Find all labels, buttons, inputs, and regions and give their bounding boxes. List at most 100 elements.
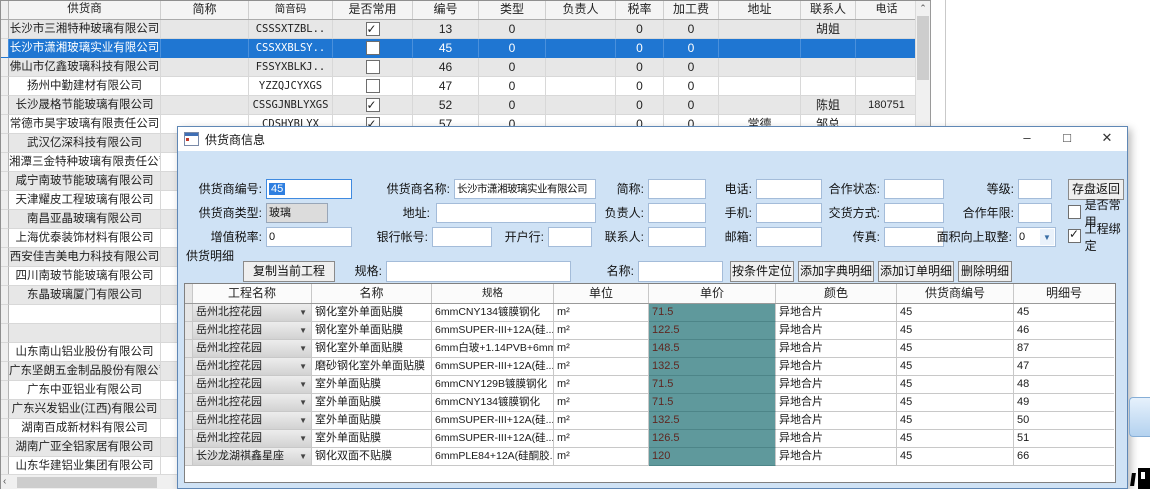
vertical-scroll-thumb[interactable] xyxy=(917,16,929,80)
dialog-titlebar[interactable]: 供货商信息 – □ ✕ xyxy=(178,127,1127,151)
supplier-id-input[interactable]: 45 xyxy=(266,179,352,199)
checkbox-icon[interactable] xyxy=(1068,229,1081,243)
cell-supplier_id: 45 xyxy=(897,448,1014,466)
column-header[interactable]: 电话 xyxy=(856,1,918,19)
column-header[interactable]: 颜色 xyxy=(776,284,897,303)
chevron-down-icon[interactable]: ▼ xyxy=(1040,229,1054,245)
detail-row[interactable]: 岳州北控花园▼室外单面贴膜6mmSUPER-III+12A(硅...m²126.… xyxy=(185,430,1115,448)
chevron-down-icon[interactable]: ▼ xyxy=(299,322,308,339)
column-header[interactable]: 编号 xyxy=(413,1,479,19)
delivery-input[interactable] xyxy=(884,203,944,223)
common-checkbox[interactable] xyxy=(366,60,380,74)
minimize-icon[interactable]: – xyxy=(1007,127,1047,151)
column-header[interactable]: 简音码 xyxy=(249,1,333,19)
common-checkbox[interactable] xyxy=(366,22,380,36)
grade-input[interactable] xyxy=(1018,179,1052,199)
detail-row[interactable]: 长沙龙湖祺鑫星座▼钢化双面不贴膜6mmPLE84+12A(硅酮胶...m²120… xyxy=(185,448,1115,466)
common-checkbox[interactable] xyxy=(366,79,380,93)
column-header[interactable]: 名称 xyxy=(312,284,432,303)
area-roundup-select[interactable]: 0▼ xyxy=(1016,227,1056,247)
checkbox-icon[interactable] xyxy=(1068,205,1081,219)
column-header[interactable]: 类型 xyxy=(479,1,546,19)
chevron-down-icon[interactable]: ▼ xyxy=(299,304,308,321)
column-header[interactable]: 单价 xyxy=(649,284,776,303)
cell-name: 湖南百成新材料有限公司 xyxy=(9,419,161,438)
chevron-down-icon[interactable]: ▼ xyxy=(299,430,308,447)
chevron-down-icon[interactable]: ▼ xyxy=(299,448,308,465)
coop-years-input[interactable] xyxy=(1018,203,1052,223)
chevron-down-icon[interactable]: ▼ xyxy=(299,412,308,429)
phone-input[interactable] xyxy=(756,179,822,199)
abbr-input[interactable] xyxy=(648,179,706,199)
supplier-row[interactable]: 长沙晟格节能玻璃有限公司CSSGJNBLYXGS52000陈姐180751 xyxy=(1,96,930,115)
column-header[interactable]: 地址 xyxy=(719,1,801,19)
column-header[interactable]: 简称 xyxy=(161,1,249,19)
scroll-up-icon[interactable]: ⌃ xyxy=(916,1,930,15)
project-combobox[interactable]: 岳州北控花园▼ xyxy=(193,394,312,412)
bank-account-input[interactable] xyxy=(432,227,492,247)
column-header[interactable]: 供货商编号 xyxy=(897,284,1014,303)
project-combobox[interactable]: 岳州北控花园▼ xyxy=(193,322,312,340)
add-order-detail-button[interactable]: 添加订单明细 xyxy=(878,261,954,282)
column-header[interactable]: 负责人 xyxy=(546,1,616,19)
supplier-name-input[interactable]: 长沙市潇湘玻璃实业有限公司 xyxy=(454,179,596,199)
column-header[interactable]: 加工费 xyxy=(664,1,719,19)
column-header[interactable]: 规格 xyxy=(432,284,554,303)
project-combobox[interactable]: 岳州北控花园▼ xyxy=(193,430,312,448)
close-icon[interactable]: ✕ xyxy=(1087,127,1127,151)
manager-input[interactable] xyxy=(648,203,706,223)
detail-row[interactable]: 岳州北控花园▼室外单面贴膜6mmSUPER-III+12A(硅...m²132.… xyxy=(185,412,1115,430)
project-combobox[interactable]: 岳州北控花园▼ xyxy=(193,376,312,394)
detail-row[interactable]: 岳州北控花园▼钢化室外单面贴膜6mmCNY134镀膜钢化m²71.5异地合片45… xyxy=(185,304,1115,322)
column-header[interactable]: 工程名称 xyxy=(193,284,312,303)
cell-spec: 6mmPLE84+12A(硅酮胶... xyxy=(432,448,554,466)
common-checkbox[interactable] xyxy=(366,98,380,112)
chevron-down-icon[interactable]: ▼ xyxy=(299,358,308,375)
detail-row[interactable]: 岳州北控花园▼钢化室外单面贴膜6mm白玻+1.14PVB+6mm...m²148… xyxy=(185,340,1115,358)
common-checkbox[interactable] xyxy=(366,41,380,55)
project-combobox[interactable]: 岳州北控花园▼ xyxy=(193,340,312,358)
column-header[interactable]: 供货商 xyxy=(9,1,161,19)
column-header[interactable]: 明细号 xyxy=(1014,284,1114,303)
project-bind-checkbox[interactable]: 工程绑定 xyxy=(1068,227,1127,247)
name-filter-input[interactable] xyxy=(638,261,723,282)
bank-input[interactable] xyxy=(548,227,592,247)
project-combobox[interactable]: 岳州北控花园▼ xyxy=(193,304,312,322)
contact-input[interactable] xyxy=(648,227,706,247)
project-combobox[interactable]: 岳州北控花园▼ xyxy=(193,412,312,430)
supplier-type-input[interactable]: 玻璃 xyxy=(266,203,328,223)
locate-by-condition-button[interactable]: 按条件定位 xyxy=(730,261,794,282)
column-header[interactable]: 单位 xyxy=(554,284,649,303)
detail-row[interactable]: 岳州北控花园▼室外单面贴膜6mmCNY129B镀膜钢化m²71.5异地合片454… xyxy=(185,376,1115,394)
add-dict-detail-button[interactable]: 添加字典明细 xyxy=(798,261,874,282)
column-header[interactable]: 是否常用 xyxy=(333,1,413,19)
maximize-icon[interactable]: □ xyxy=(1047,127,1087,151)
copy-project-button[interactable]: 复制当前工程 xyxy=(243,261,335,282)
scroll-left-icon[interactable]: ‹ xyxy=(3,476,6,487)
supplier-row[interactable]: 佛山市亿鑫玻璃科技有限公司FSSYXBLKJ..46000 xyxy=(1,58,930,77)
chevron-down-icon[interactable]: ▼ xyxy=(299,340,308,357)
project-combobox[interactable]: 长沙龙湖祺鑫星座▼ xyxy=(193,448,312,466)
spec-filter-input[interactable] xyxy=(386,261,571,282)
coop-status-input[interactable] xyxy=(884,179,944,199)
cell-contact: 胡姐 xyxy=(801,20,856,39)
detail-row[interactable]: 岳州北控花园▼磨砂钢化室外单面贴膜6mmSUPER-III+12A(硅...m²… xyxy=(185,358,1115,376)
project-combobox[interactable]: 岳州北控花园▼ xyxy=(193,358,312,376)
chevron-down-icon[interactable]: ▼ xyxy=(299,376,308,393)
column-header[interactable]: 联系人 xyxy=(801,1,856,19)
address-input[interactable] xyxy=(436,203,596,223)
mobile-input[interactable] xyxy=(756,203,822,223)
bank-account-label: 银行帐号: xyxy=(358,227,428,247)
supplier-row[interactable]: 长沙市潇湘玻璃实业有限公司CSSXXBLSY..45000 xyxy=(1,39,930,58)
detail-row[interactable]: 岳州北控花园▼室外单面贴膜6mmCNY134镀膜钢化m²71.5异地合片4549 xyxy=(185,394,1115,412)
email-input[interactable] xyxy=(756,227,822,247)
cell-detail_id: 50 xyxy=(1014,412,1114,430)
supplier-row[interactable]: 长沙市三湘特种玻璃有限公司CSSSXTZBL..13000胡姐 xyxy=(1,20,930,39)
horizontal-scroll-thumb[interactable] xyxy=(17,477,157,488)
chevron-down-icon[interactable]: ▼ xyxy=(299,394,308,411)
vat-input[interactable]: 0 xyxy=(266,227,352,247)
supplier-row[interactable]: 扬州中勤建材有限公司YZZQJCYXGS47000 xyxy=(1,77,930,96)
detail-row[interactable]: 岳州北控花园▼钢化室外单面贴膜6mmSUPER-III+12A(硅...m²12… xyxy=(185,322,1115,340)
column-header[interactable]: 税率 xyxy=(616,1,664,19)
delete-detail-button[interactable]: 删除明细 xyxy=(958,261,1012,282)
